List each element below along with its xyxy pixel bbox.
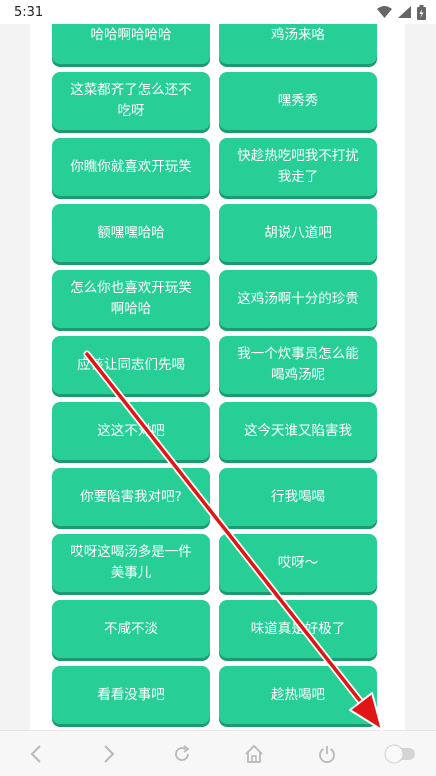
sound-button-label: 你瞧你就喜欢开玩笑 <box>70 158 192 175</box>
sound-button[interactable]: 怎么你也喜欢开玩笑啊哈哈 <box>52 270 210 328</box>
sound-button-label: 快趁热吃吧我不打扰我走了 <box>237 148 359 185</box>
sound-button-label: 怎么你也喜欢开玩笑啊哈哈 <box>70 280 192 317</box>
sound-button[interactable]: 味道真是好极了 <box>219 600 377 658</box>
forward-button[interactable] <box>89 734 129 774</box>
sound-button[interactable]: 哎呀～ <box>219 534 377 592</box>
toggle-switch[interactable] <box>380 734 420 774</box>
forward-icon <box>104 744 115 763</box>
sound-button[interactable]: 我一个炊事员怎么能喝鸡汤呢 <box>219 336 377 394</box>
sound-button-label: 不咸不淡 <box>104 620 158 637</box>
sound-button-label: 哎呀～ <box>277 554 319 571</box>
bottom-nav-bar <box>0 730 436 776</box>
sound-button[interactable]: 应该让同志们先喝 <box>52 336 210 394</box>
power-button[interactable] <box>307 734 347 774</box>
sound-button[interactable]: 这今天谁又陷害我 <box>219 402 377 460</box>
sound-button-label: 鸡汤来咯 <box>271 26 325 43</box>
back-button[interactable] <box>16 734 56 774</box>
sound-button[interactable]: 额嘿嘿哈哈 <box>52 204 210 262</box>
sound-button-label: 额嘿嘿哈哈 <box>97 224 165 241</box>
sound-button[interactable]: 看看没事吧 <box>52 666 210 724</box>
sound-button[interactable]: 嘿秀秀 <box>219 72 377 130</box>
refresh-button[interactable] <box>162 734 202 774</box>
sound-button[interactable]: 哈哈啊哈哈哈 <box>52 24 210 64</box>
sound-button-label: 这这不对吧 <box>97 422 165 439</box>
wifi-icon <box>377 6 392 18</box>
sound-button[interactable]: 胡说八道吧 <box>219 204 377 262</box>
sound-button-label: 味道真是好极了 <box>250 620 346 637</box>
soundboard-grid: 哈哈啊哈哈哈 鸡汤来咯这菜都齐了怎么还不吃呀 嘿秀秀你瞧你就喜欢开玩笑 快趁热吃吧我不… <box>52 24 377 724</box>
toggle-icon <box>384 744 415 763</box>
sound-button-label: 这今天谁又陷害我 <box>244 422 352 439</box>
sound-button-label: 趁热喝吧 <box>271 686 325 703</box>
back-icon <box>30 744 42 763</box>
signal-icon <box>398 6 411 18</box>
sound-button[interactable]: 鸡汤来咯 <box>219 24 377 64</box>
status-icons <box>377 4 426 20</box>
sound-button[interactable]: 这这不对吧 <box>52 402 210 460</box>
sound-button-label: 哈哈啊哈哈哈 <box>90 26 172 43</box>
sound-button-label: 这菜都齐了怎么还不吃呀 <box>70 82 192 119</box>
sound-button[interactable]: 哎呀这喝汤多是一件美事儿 <box>52 534 210 592</box>
sound-button[interactable]: 你要陷害我对吧? <box>52 468 210 526</box>
sound-button[interactable]: 不咸不淡 <box>52 600 210 658</box>
sound-button-label: 这鸡汤啊十分的珍贵 <box>237 290 359 307</box>
battery-charging-icon <box>417 4 426 20</box>
status-bar: 5:31 <box>0 0 436 24</box>
sound-button-label: 行我喝喝 <box>271 488 325 505</box>
sound-button-label: 嘿秀秀 <box>277 92 319 109</box>
sound-button-label: 胡说八道吧 <box>264 224 332 241</box>
sound-button-label: 看看没事吧 <box>97 686 165 703</box>
sound-button[interactable]: 快趁热吃吧我不打扰我走了 <box>219 138 377 196</box>
sound-button[interactable]: 你瞧你就喜欢开玩笑 <box>52 138 210 196</box>
home-button[interactable] <box>234 734 274 774</box>
sound-button-label: 哎呀这喝汤多是一件美事儿 <box>70 544 192 581</box>
home-icon <box>245 744 263 763</box>
sound-button-label: 你要陷害我对吧? <box>80 488 182 505</box>
content-area: 哈哈啊哈哈哈 鸡汤来咯这菜都齐了怎么还不吃呀 嘿秀秀你瞧你就喜欢开玩笑 快趁热吃吧我不… <box>30 24 405 730</box>
status-time: 5:31 <box>14 4 44 20</box>
refresh-icon <box>174 744 190 761</box>
sound-button-label: 我一个炊事员怎么能喝鸡汤呢 <box>237 346 359 383</box>
sound-button-label: 应该让同志们先喝 <box>77 356 185 373</box>
sound-button[interactable]: 趁热喝吧 <box>219 666 377 724</box>
sound-button[interactable]: 这鸡汤啊十分的珍贵 <box>219 270 377 328</box>
sound-button[interactable]: 这菜都齐了怎么还不吃呀 <box>52 72 210 130</box>
sound-button[interactable]: 行我喝喝 <box>219 468 377 526</box>
power-icon <box>319 745 335 763</box>
